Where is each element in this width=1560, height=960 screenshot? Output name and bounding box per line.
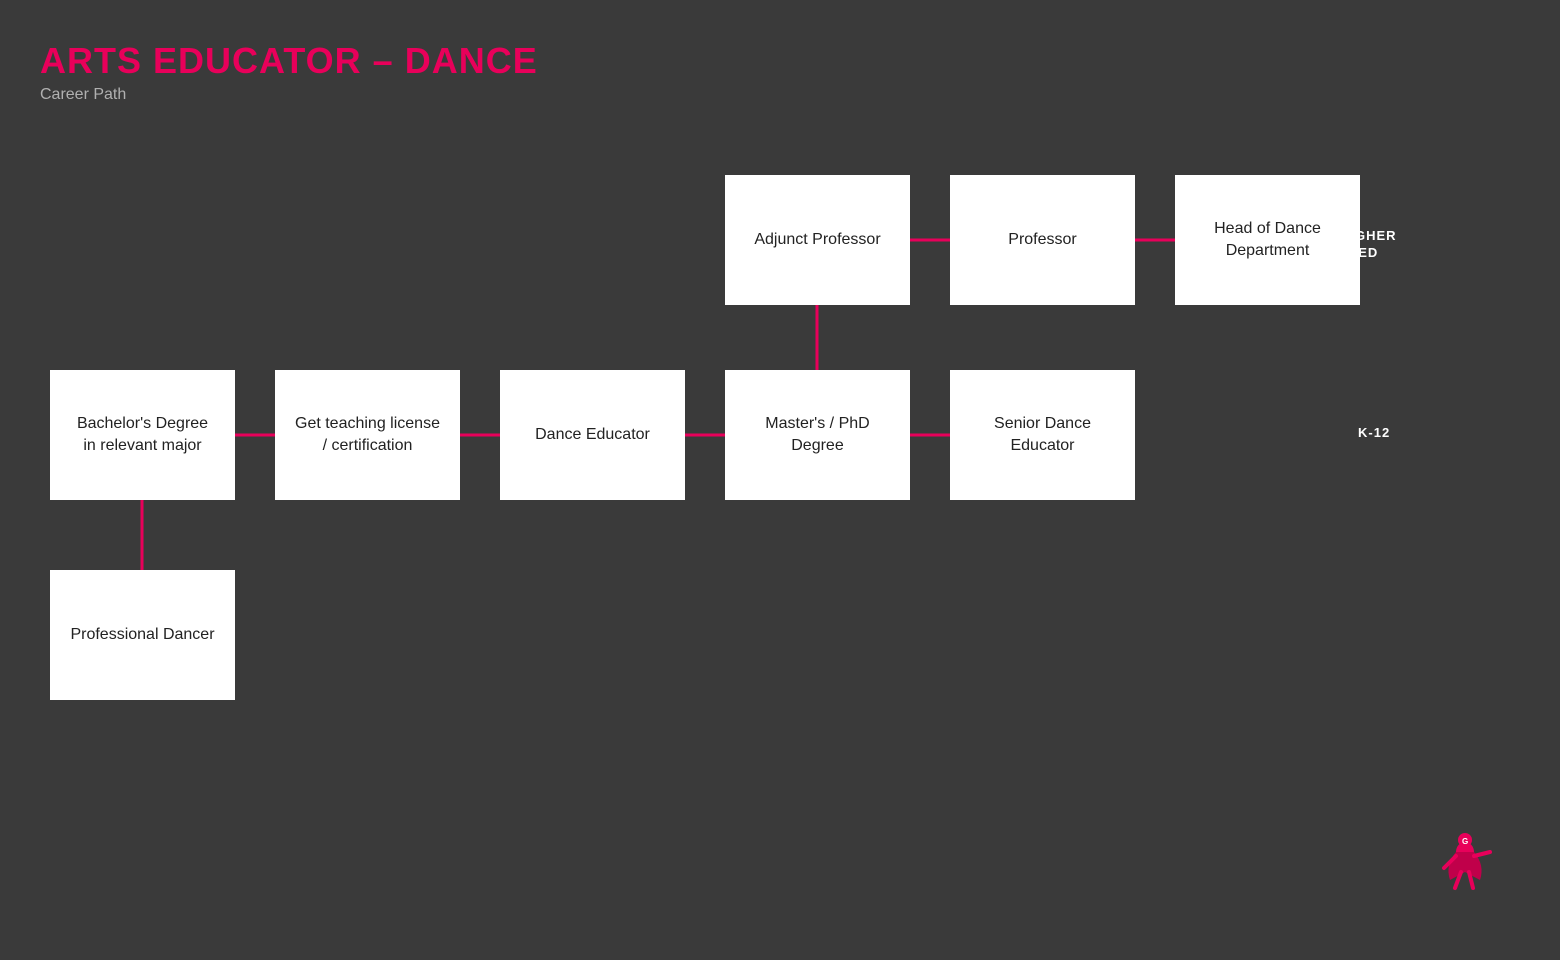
career-box-professor: Professor [950,175,1135,305]
career-box-pro-dancer: Professional Dancer [50,570,235,700]
page-subtitle: Career Path [40,86,538,104]
career-box-dance-edu: Dance Educator [500,370,685,500]
career-box-bachelors: Bachelor's Degreein relevant major [50,370,235,500]
higher-ed-label: HIGHERED [1340,228,1397,262]
career-box-head-dept: Head of DanceDepartment [1175,175,1360,305]
header: ARTS EDUCATOR – DANCE Career Path [40,40,538,104]
career-box-senior-dance: Senior DanceEducator [950,370,1135,500]
career-box-teaching-lic: Get teaching license/ certification [275,370,460,500]
hero-icon: G [1430,830,1500,900]
svg-text:G: G [1462,837,1468,846]
career-box-masters: Master's / PhDDegree [725,370,910,500]
page-title: ARTS EDUCATOR – DANCE [40,40,538,82]
career-box-adjunct: Adjunct Professor [725,175,910,305]
k12-label: K-12 [1358,425,1390,440]
